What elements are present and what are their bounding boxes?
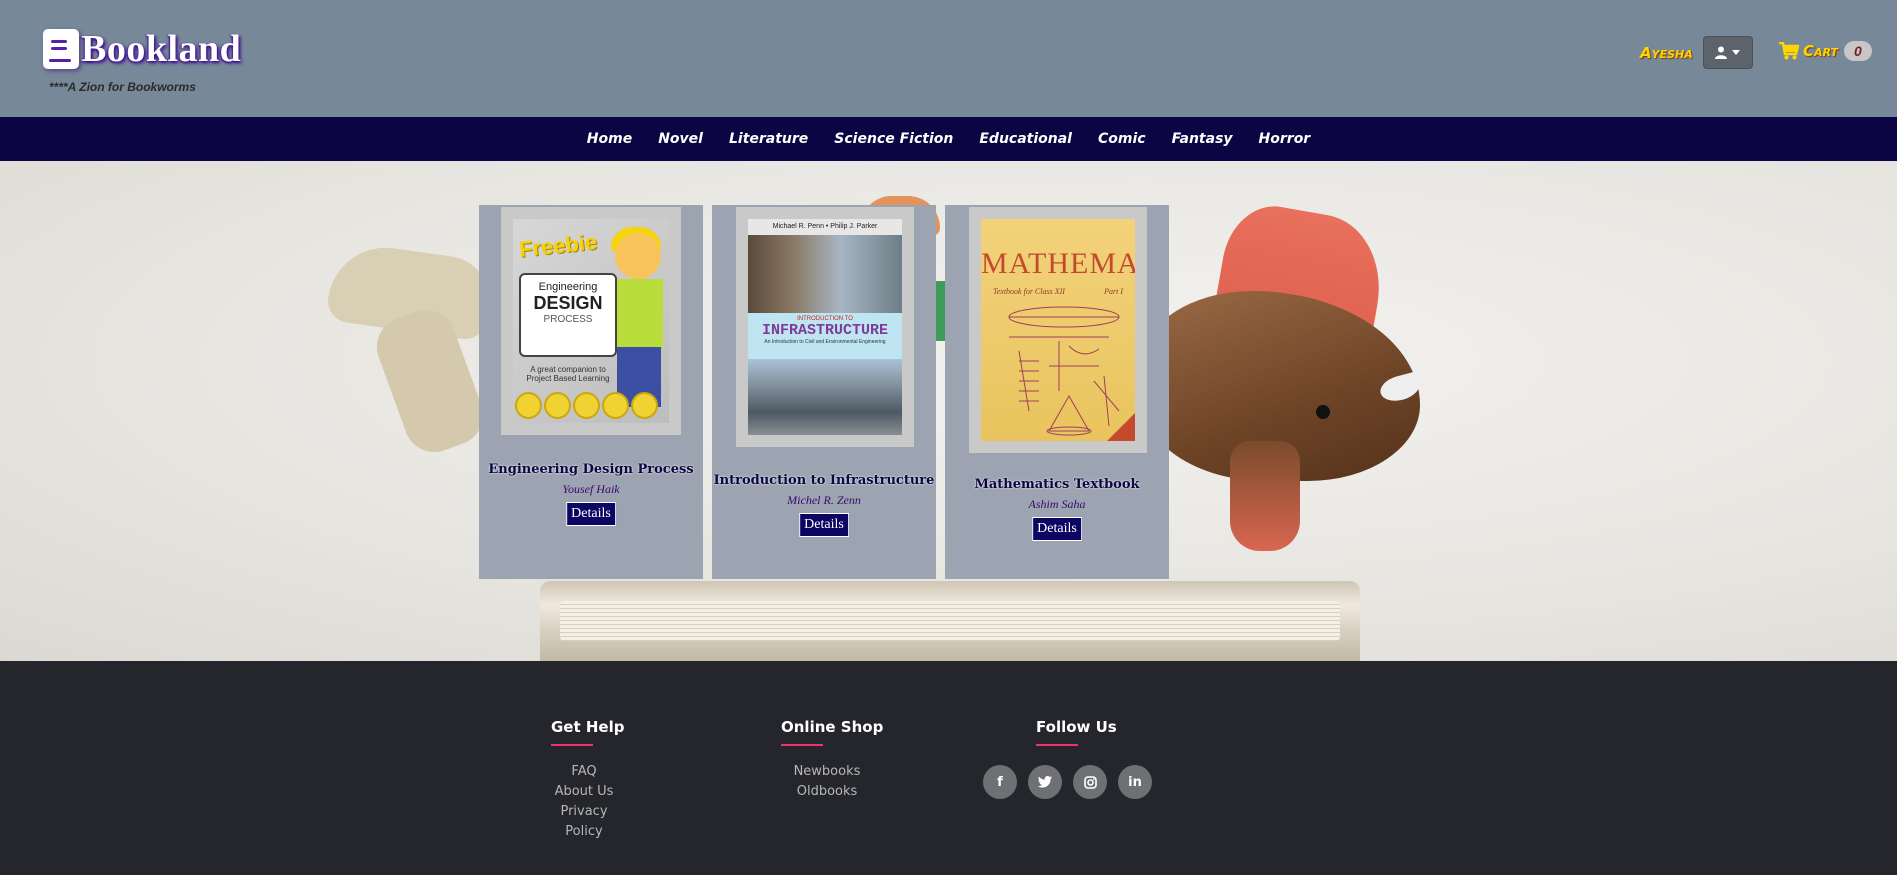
footer-online-shop: Online Shop Newbooks Oldbooks [781,718,883,802]
cart-count-badge: 0 [1844,41,1872,61]
book-cover-image[interactable]: MATHEMATICS Textbook for Class XII Part … [981,219,1135,441]
social-links: f in [983,765,1152,799]
user-name: Ayesha [1640,43,1693,62]
site-header: Bookland ****A Zion for Bookworms Ayesha… [0,0,1897,117]
book-cover-image[interactable]: Michael R. Penn • Philip J. Parker INTRO… [748,219,902,435]
nav-educational[interactable]: Educational [979,131,1072,147]
heading-underline [551,744,593,746]
nav-science-fiction[interactable]: Science Fiction [834,131,953,147]
cart-label: Cart [1803,42,1839,60]
book-card-list: Freebie Engineering DESIGN PROCESS A gre… [479,205,1169,579]
triceratops-toy [1316,405,1330,419]
book-title[interactable]: Engineering Design Process [479,462,703,477]
book-icon [43,29,79,69]
tagline: ****A Zion for Bookworms [49,80,196,94]
details-button[interactable]: Details [566,502,616,526]
logo-text: Bookland [81,28,242,70]
book-card: Freebie Engineering DESIGN PROCESS A gre… [479,205,703,579]
site-footer: Get Help FAQ About Us Privacy Policy Onl… [0,661,1897,875]
user-area: Ayesha [1640,36,1753,69]
footer-follow-us: Follow Us [1036,718,1117,746]
footer-link-newbooks[interactable]: Newbooks [781,762,873,782]
details-button[interactable]: Details [799,513,849,537]
user-icon [1715,46,1728,59]
user-menu-button[interactable] [1702,36,1753,69]
footer-get-help: Get Help FAQ About Us Privacy Policy [540,718,628,842]
book-author: Michel R. Zenn [787,493,861,507]
book-author: Ashim Saha [1028,497,1086,511]
footer-link-about-us[interactable]: About Us [540,782,628,802]
footer-heading: Online Shop [781,718,884,736]
details-button[interactable]: Details [1032,517,1082,541]
book-card: MATHEMATICS Textbook for Class XII Part … [945,205,1169,579]
caret-down-icon [1732,50,1741,55]
footer-link-oldbooks[interactable]: Oldbooks [781,782,873,802]
book-title[interactable]: Introduction to Infrastructure [712,473,936,488]
category-navbar: Home Novel Literature Science Fiction Ed… [0,117,1897,161]
footer-link-privacy-policy[interactable]: Privacy Policy [540,802,628,842]
book-author: Yousef Haik [562,482,620,496]
triceratops-toy [1230,441,1300,551]
cart-icon [1779,42,1799,60]
site-logo[interactable]: Bookland [43,27,241,71]
heading-underline [781,744,823,746]
nav-horror[interactable]: Horror [1259,131,1311,147]
linkedin-icon[interactable]: in [1118,765,1152,799]
book-cover-frame: Michael R. Penn • Philip J. Parker INTRO… [736,207,914,447]
footer-heading: Get Help [551,718,625,736]
book-stack [560,601,1340,641]
book-cover-image[interactable]: Freebie Engineering DESIGN PROCESS A gre… [513,219,669,423]
nav-home[interactable]: Home [587,131,632,147]
nav-literature[interactable]: Literature [729,131,808,147]
nav-novel[interactable]: Novel [658,131,703,147]
instagram-icon[interactable] [1073,765,1107,799]
nav-comic[interactable]: Comic [1098,131,1146,147]
book-cover-frame: MATHEMATICS Textbook for Class XII Part … [969,207,1147,453]
footer-link-faq[interactable]: FAQ [540,762,628,782]
book-title[interactable]: Mathematics Textbook [945,477,1169,492]
cart-link[interactable]: Cart 0 [1779,41,1872,61]
facebook-icon[interactable]: f [983,765,1017,799]
nav-fantasy[interactable]: Fantasy [1172,131,1233,147]
twitter-icon[interactable] [1028,765,1062,799]
book-card: Michael R. Penn • Philip J. Parker INTRO… [712,205,936,579]
book-cover-frame: Freebie Engineering DESIGN PROCESS A gre… [501,207,681,435]
footer-heading: Follow Us [1036,718,1117,736]
heading-underline [1036,744,1078,746]
